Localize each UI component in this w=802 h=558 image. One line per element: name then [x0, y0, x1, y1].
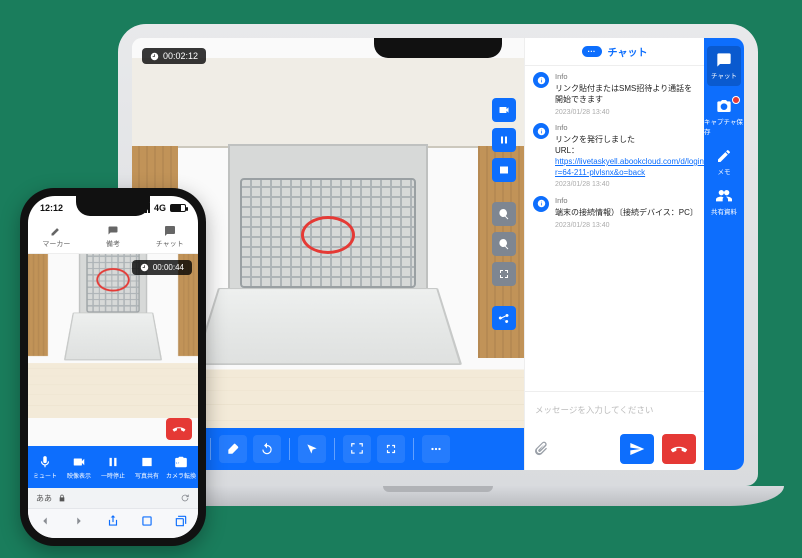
safari-forward[interactable] [72, 514, 86, 533]
pctl-photo[interactable]: 写真共有 [130, 446, 164, 488]
laptop-screen: 00:02:12 [132, 38, 744, 470]
rail-members[interactable]: 共有資料 [711, 188, 737, 216]
rail-chat[interactable]: チャット [707, 46, 741, 86]
chat-input[interactable]: メッセージを入力してください [531, 398, 698, 422]
phone-tabs: マーカー 備考 チャット [28, 220, 198, 254]
call-timer: 00:02:12 [142, 48, 206, 64]
info-avatar-icon [533, 123, 549, 139]
send-button[interactable] [620, 434, 654, 464]
laptop-device: 00:02:12 [118, 24, 758, 506]
tool-photo-button[interactable] [492, 158, 516, 182]
right-rail: チャット キャプチャ保存 メモ 共有資料 [704, 38, 744, 470]
msg-sender: Info [555, 196, 696, 206]
rail-memo[interactable]: メモ [716, 148, 732, 176]
info-avatar-icon [533, 196, 549, 212]
msg-text: リンク貼付またはSMS招待より通話を開始できます [555, 84, 696, 106]
annotation-circle [301, 216, 355, 254]
pctl-video[interactable]: 映像表示 [62, 446, 96, 488]
safari-bookmarks[interactable] [140, 514, 154, 533]
tool-video-button[interactable] [492, 98, 516, 122]
phone-tab-note[interactable]: 備考 [85, 220, 142, 253]
bb-pointer-button[interactable] [298, 435, 326, 463]
msg-time: 2023/01/28 13:40 [555, 108, 696, 117]
rail-memo-label: メモ [718, 166, 731, 176]
status-clock: 12:12 [40, 203, 63, 213]
bb-undo-button[interactable] [253, 435, 281, 463]
msg-time: 2023/01/28 13:40 [555, 180, 704, 189]
tool-zoom-in-button[interactable] [492, 202, 516, 226]
lock-icon [58, 494, 66, 502]
safari-share[interactable] [106, 514, 120, 533]
tool-pause-button[interactable] [492, 128, 516, 152]
safari-back[interactable] [38, 514, 52, 533]
rail-capture[interactable]: キャプチャ保存 [704, 98, 744, 136]
bb-fullscreen-button[interactable] [377, 435, 405, 463]
url-aa: ああ [36, 493, 52, 504]
tool-fit-button[interactable] [492, 262, 516, 286]
attach-button[interactable] [533, 440, 549, 458]
chat-message: Info リンクを発行しましたURL：https://livetaskyell.… [533, 123, 696, 190]
chat-message: Info 端末の接続情報）〔接続デバイス：PC〕 2023/01/28 13:4… [533, 196, 696, 230]
reload-icon[interactable] [180, 493, 190, 503]
phone-call-timer: 00:00:44 [132, 260, 192, 275]
floating-tools [492, 98, 516, 330]
rail-chat-label: チャット [711, 70, 737, 80]
tab-label: 備考 [106, 239, 120, 249]
phone-video-pane: 00:00:44 [28, 254, 198, 446]
network-label: 4G [154, 203, 166, 213]
bb-eraser-button[interactable] [219, 435, 247, 463]
chat-messages[interactable]: Info リンク貼付またはSMS招待より通話を開始できます 2023/01/28… [525, 66, 704, 391]
msg-time: 2023/01/28 13:40 [555, 221, 696, 230]
chat-message: Info リンク貼付またはSMS招待より通話を開始できます 2023/01/28… [533, 72, 696, 117]
call-timer-value: 00:02:12 [163, 51, 198, 61]
chat-header: ··· チャット [525, 38, 704, 66]
rail-capture-badge [732, 96, 740, 104]
shared-video-still [198, 58, 458, 418]
chat-header-title: チャット [608, 44, 648, 59]
phone-device: 12:12 4G マーカー 備考 チャット [20, 188, 206, 546]
msg-sender: Info [555, 72, 696, 82]
msg-text: リンクを発行しましたURL：https://livetaskyell.abook… [555, 135, 704, 178]
pctl-mute[interactable]: ミュート [28, 446, 62, 488]
phone-controls: ミュート 映像表示 一時停止 写真共有 カメラ転換 [28, 446, 198, 488]
phone-notch [76, 196, 150, 216]
info-avatar-icon [533, 72, 549, 88]
tool-zoom-out-button[interactable] [492, 232, 516, 256]
phone-url-bar[interactable]: ああ [28, 488, 198, 508]
pctl-pause[interactable]: 一時停止 [96, 446, 130, 488]
phone-tab-chat[interactable]: チャット [141, 220, 198, 253]
msg-sender: Info [555, 123, 704, 133]
battery-icon [170, 204, 186, 212]
chat-header-badge: ··· [582, 46, 602, 57]
rail-members-label: 共有資料 [711, 206, 737, 216]
tool-share-button[interactable] [492, 306, 516, 330]
msg-text: 端末の接続情報）〔接続デバイス：PC〕 [555, 208, 696, 219]
safari-tabs[interactable] [174, 514, 188, 533]
phone-tab-marker[interactable]: マーカー [28, 220, 85, 253]
bb-more-button[interactable] [422, 435, 450, 463]
bb-capture-button[interactable] [343, 435, 371, 463]
chat-panel: ··· チャット Info リンク貼付またはSMS招待より通話を開始できます 2… [524, 38, 704, 470]
pctl-switch[interactable]: カメラ転換 [164, 446, 198, 488]
tab-label: マーカー [42, 239, 70, 249]
phone-timer-value: 00:00:44 [153, 263, 184, 272]
phone-browser-bar [28, 508, 198, 538]
phone-hangup-button[interactable] [166, 418, 192, 440]
tab-label: チャット [156, 239, 184, 249]
rail-capture-label: キャプチャ保存 [704, 116, 744, 136]
laptop-notch [374, 38, 502, 58]
hangup-button[interactable] [662, 434, 696, 464]
